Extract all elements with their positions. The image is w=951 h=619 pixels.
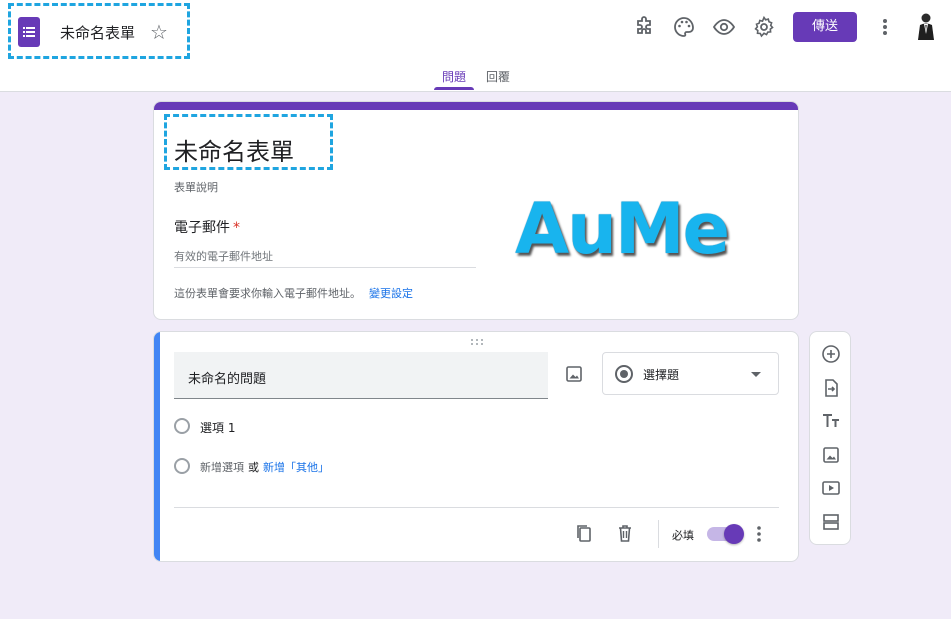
- or-text: 或: [248, 461, 259, 474]
- tab-questions[interactable]: 問題: [442, 68, 466, 85]
- highlight-annotation-form-title: [164, 114, 333, 170]
- add-other-link[interactable]: 新增「其他」: [263, 461, 329, 474]
- active-question-indicator: [154, 332, 160, 561]
- delete-icon[interactable]: [615, 523, 635, 543]
- palette-icon[interactable]: [672, 15, 696, 39]
- required-label: 必填: [672, 529, 694, 542]
- watermark-logo: AuMe: [515, 188, 730, 270]
- add-option-link[interactable]: 新增選項: [200, 461, 244, 474]
- add-option-radio-icon: [174, 458, 190, 474]
- form-description-field[interactable]: 表單說明: [174, 179, 218, 195]
- email-note-text: 這份表單會要求你輸入電子郵件地址。: [174, 287, 361, 300]
- question-title-text: 未命名的問題: [188, 372, 267, 387]
- dropdown-caret-icon: [751, 372, 761, 377]
- radio-button-icon: [615, 365, 633, 383]
- preview-eye-icon[interactable]: [712, 15, 736, 39]
- duplicate-icon[interactable]: [574, 523, 594, 543]
- send-button[interactable]: 傳送: [793, 12, 857, 42]
- avatar[interactable]: [914, 12, 938, 42]
- floating-side-toolbar: [809, 331, 851, 545]
- drag-handle-icon[interactable]: [470, 338, 484, 346]
- change-settings-link[interactable]: 變更設定: [369, 287, 413, 300]
- email-field-underline: [174, 267, 476, 268]
- more-vert-icon[interactable]: [751, 524, 767, 544]
- add-option-row: 新增選項或新增「其他」: [200, 459, 329, 475]
- question-card[interactable]: 未命名的問題 選擇題 選項 1 新增選項或新增「其他」 必填: [153, 331, 799, 562]
- add-section-icon[interactable]: [820, 511, 842, 533]
- add-video-icon[interactable]: [820, 477, 842, 499]
- header-accent-strip: [154, 102, 798, 110]
- add-image-icon[interactable]: [820, 444, 842, 466]
- addon-puzzle-icon[interactable]: [632, 15, 656, 39]
- more-vert-icon[interactable]: [875, 16, 895, 38]
- tab-responses[interactable]: 回覆: [486, 68, 510, 85]
- question-type-select[interactable]: 選擇題: [602, 352, 779, 395]
- email-question-label: 電子郵件 *: [174, 217, 240, 237]
- add-title-text-icon[interactable]: [820, 410, 842, 432]
- question-title-input[interactable]: 未命名的問題: [174, 352, 548, 399]
- active-tab-indicator: [434, 87, 474, 90]
- required-toggle[interactable]: [707, 524, 744, 544]
- option-1-text[interactable]: 選項 1: [200, 419, 235, 436]
- question-footer-divider: [174, 507, 779, 508]
- footer-separator: [658, 520, 659, 548]
- question-type-label: 選擇題: [643, 368, 680, 382]
- email-collection-note: 這份表單會要求你輸入電子郵件地址。 變更設定: [174, 285, 413, 301]
- import-questions-icon[interactable]: [820, 377, 842, 399]
- add-image-icon[interactable]: [565, 365, 583, 383]
- required-asterisk: *: [233, 220, 240, 236]
- option-radio-icon: [174, 418, 190, 434]
- settings-gear-icon[interactable]: [752, 15, 776, 39]
- add-question-icon[interactable]: [820, 343, 842, 365]
- highlight-annotation-title: [8, 3, 190, 59]
- email-label-text: 電子郵件: [174, 220, 230, 236]
- email-field: 有效的電子郵件地址: [174, 250, 273, 263]
